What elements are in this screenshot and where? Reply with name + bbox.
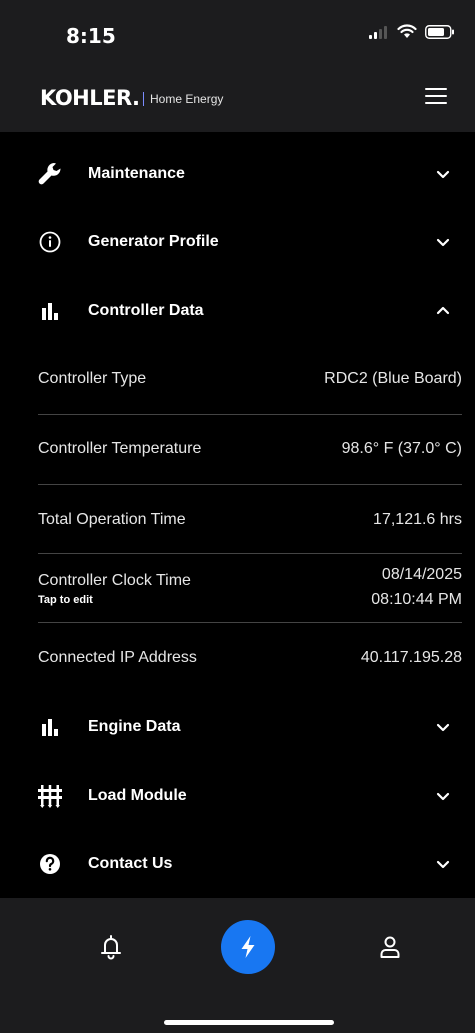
signal-icon: [369, 25, 387, 39]
clock-date-value: 08/14/2025: [381, 566, 462, 583]
chevron-up-icon: [436, 306, 450, 315]
wifi-icon: [397, 24, 417, 38]
main-content: Maintenance Generator Profile Controller…: [0, 132, 475, 900]
section-contact-us[interactable]: Contact Us: [0, 830, 475, 898]
kohler-logo: KOHLER.: [40, 86, 140, 110]
tap-to-edit-hint: Tap to edit: [38, 594, 93, 606]
row-value: 40.117.195.28: [360, 649, 462, 666]
controller-row-temperature: Controller Temperature 98.6° F (37.0° C): [38, 415, 462, 485]
tab-bar: [0, 898, 475, 1033]
controller-row-operation-time: Total Operation Time 17,121.6 hrs: [38, 485, 462, 554]
section-engine-data-label: Engine Data: [88, 718, 181, 735]
tab-power[interactable]: [221, 920, 275, 974]
logo-subtitle: Home Energy: [150, 92, 224, 106]
home-indicator: [164, 1020, 334, 1025]
section-maintenance[interactable]: Maintenance: [0, 140, 475, 208]
user-icon: [380, 936, 400, 958]
help-circle-icon: [37, 851, 63, 877]
bell-icon: [101, 935, 121, 960]
load-module-icon: [37, 783, 63, 809]
app-header: KOHLER. Home Energy: [0, 64, 475, 132]
row-value: 17,121.6 hrs: [373, 511, 462, 528]
row-value: 98.6° F (37.0° C): [341, 440, 462, 457]
tab-profile[interactable]: [363, 920, 417, 974]
row-label: Controller Type: [38, 370, 147, 387]
bar-chart-icon: [37, 714, 63, 740]
section-load-module-label: Load Module: [88, 787, 187, 804]
row-value: RDC2 (Blue Board): [324, 370, 462, 387]
row-label: Controller Temperature: [38, 440, 202, 457]
chevron-down-icon: [436, 170, 450, 179]
section-maintenance-label: Maintenance: [88, 165, 185, 182]
section-controller-data[interactable]: Controller Data: [0, 277, 475, 345]
section-controller-data-label: Controller Data: [88, 302, 204, 319]
section-load-module[interactable]: Load Module: [0, 762, 475, 830]
chevron-down-icon: [436, 860, 450, 869]
section-contact-us-label: Contact Us: [88, 855, 173, 872]
section-engine-data[interactable]: Engine Data: [0, 693, 475, 761]
status-time: 8:15: [66, 24, 116, 48]
controller-row-ip-address: Connected IP Address 40.117.195.28: [38, 623, 462, 693]
controller-row-type: Controller Type RDC2 (Blue Board): [38, 346, 462, 415]
hamburger-icon[interactable]: [425, 88, 447, 106]
info-icon: [37, 229, 63, 255]
chevron-down-icon: [436, 792, 450, 801]
section-generator-profile[interactable]: Generator Profile: [0, 208, 475, 276]
controller-row-clock-time[interactable]: Controller Clock Time Tap to edit 08/14/…: [38, 554, 462, 623]
section-generator-profile-label: Generator Profile: [88, 233, 219, 250]
row-label: Total Operation Time: [38, 511, 186, 528]
tab-notifications[interactable]: [84, 920, 138, 974]
row-label: Controller Clock Time: [38, 572, 191, 589]
status-icons: [369, 24, 455, 39]
logo-divider: [143, 92, 144, 106]
chevron-down-icon: [436, 238, 450, 247]
status-bar: 8:15: [0, 0, 475, 64]
clock-time-value: 08:10:44 PM: [371, 591, 462, 608]
battery-icon: [425, 24, 454, 39]
chevron-down-icon: [436, 723, 450, 732]
lightning-icon: [241, 936, 255, 958]
bar-chart-icon: [37, 298, 63, 324]
wrench-icon: [37, 161, 63, 187]
row-label: Connected IP Address: [38, 649, 197, 666]
